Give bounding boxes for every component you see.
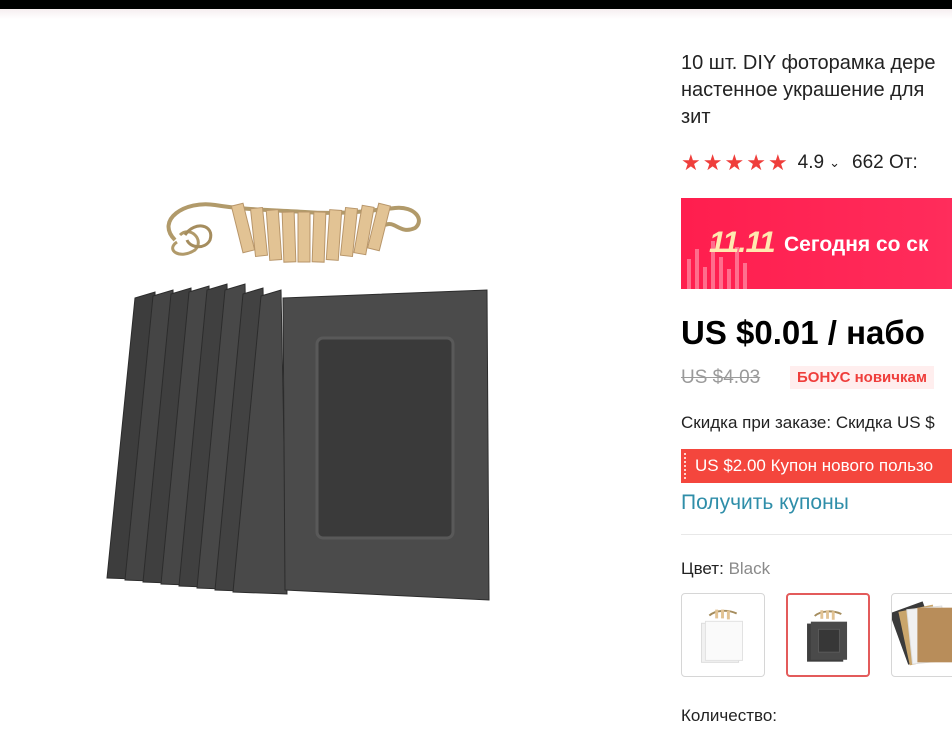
quantity-label: Количество: <box>681 706 778 725</box>
reviews-count[interactable]: 662 От: <box>852 152 918 174</box>
product-info-panel: 10 шт. DIY фоторамка дере настенное укра… <box>681 0 952 743</box>
coupon-banner[interactable]: US $2.00 Купон нового пользо <box>681 449 952 483</box>
color-value: Black <box>728 559 771 578</box>
assorted-frames-thumbnail <box>892 601 952 666</box>
star-icon: ★ <box>746 150 766 175</box>
chevron-down-icon[interactable]: ⌄ <box>829 155 840 171</box>
color-swatch-white[interactable] <box>681 593 765 677</box>
star-icon: ★ <box>681 150 701 175</box>
discount-text: Скидка при заказе: Скидка US $ <box>681 413 935 432</box>
rating-row: ★ ★ ★ ★ ★ 4.9 ⌄ 662 От: <box>681 150 918 176</box>
rating-value[interactable]: 4.9 <box>798 152 824 174</box>
color-swatch-assorted[interactable] <box>891 593 952 677</box>
white-frames-thumbnail <box>701 609 744 663</box>
product-title: 10 шт. DIY фоторамка дере настенное укра… <box>681 52 936 128</box>
color-swatch-black[interactable] <box>786 593 870 677</box>
bonus-badge: БОНУС новичкам <box>790 366 934 389</box>
coupon-text: US $2.00 Купон нового пользо <box>695 456 934 475</box>
photo-frames-image <box>106 202 490 601</box>
rating-stars: ★ ★ ★ ★ ★ <box>681 152 790 174</box>
black-frames-thumbnail <box>807 610 848 662</box>
color-label: Цвет: Black <box>681 559 770 579</box>
star-icon: ★ <box>724 150 745 175</box>
old-price: US $4.03 <box>681 367 761 388</box>
get-coupons-link[interactable]: Получить купоны <box>681 491 849 515</box>
divider <box>681 534 952 535</box>
promo-badge: 11.11 <box>709 226 776 259</box>
color-label-text: Цвет: <box>681 559 724 578</box>
product-image[interactable] <box>95 180 515 610</box>
promo-banner[interactable]: 11.11 Сегодня со ск <box>681 198 952 289</box>
current-price: US $0.01 / набо <box>681 314 925 351</box>
star-icon: ★ <box>767 150 788 175</box>
promo-text: Сегодня со ск <box>784 233 929 256</box>
star-icon: ★ <box>702 150 723 175</box>
